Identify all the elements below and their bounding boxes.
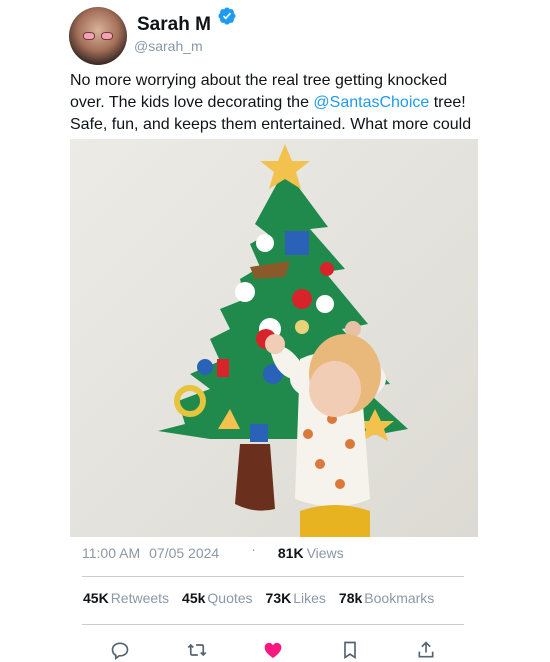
- engagement-stats: 45K Retweets 45k Quotes 73K Likes 78k Bookma…: [83, 590, 434, 606]
- meta-separator: ·: [251, 541, 256, 557]
- verified-badge-icon: [218, 7, 236, 25]
- views-count: 81K: [277, 545, 304, 561]
- likes-count: 73K: [265, 590, 292, 606]
- views-label: Views: [306, 545, 344, 561]
- quotes-label: Quotes: [207, 590, 253, 606]
- sunglasses-graphic: [83, 32, 113, 40]
- retweets-count: 45K: [83, 590, 109, 606]
- tweet-meta: 11:00 AM 07/05 2024 · 81K Views: [82, 541, 344, 561]
- heart-icon[interactable]: [262, 640, 284, 660]
- bookmarks-count: 78k: [338, 590, 363, 606]
- divider: [82, 576, 464, 577]
- quotes-count: 45k: [182, 590, 206, 606]
- retweet-icon[interactable]: [186, 640, 208, 660]
- likes-stat[interactable]: 73K Likes: [266, 590, 326, 606]
- retweets-stat[interactable]: 45K Retweets: [83, 590, 169, 606]
- bookmarks-label: Bookmarks: [364, 590, 435, 606]
- author-name[interactable]: Sarah M: [137, 14, 211, 36]
- felt-christmas-tree-photo: [70, 139, 478, 537]
- reply-icon[interactable]: [109, 640, 131, 660]
- avatar[interactable]: [69, 7, 127, 65]
- action-bar: [0, 640, 550, 660]
- bookmarks-stat[interactable]: 78k Bookmarks: [339, 590, 434, 606]
- mention-link[interactable]: @SantasChoice: [313, 94, 429, 111]
- tweet-photo[interactable]: [70, 139, 478, 537]
- tweet-date[interactable]: 07/05 2024: [149, 545, 219, 561]
- share-icon[interactable]: [415, 640, 437, 660]
- divider: [82, 624, 464, 625]
- author-handle[interactable]: @sarah_m: [134, 38, 203, 54]
- tweet-time[interactable]: 11:00 AM: [82, 545, 140, 561]
- retweets-label: Retweets: [110, 590, 170, 606]
- bookmark-icon[interactable]: [339, 640, 361, 660]
- likes-label: Likes: [293, 590, 326, 606]
- quotes-stat[interactable]: 45k Quotes: [182, 590, 253, 606]
